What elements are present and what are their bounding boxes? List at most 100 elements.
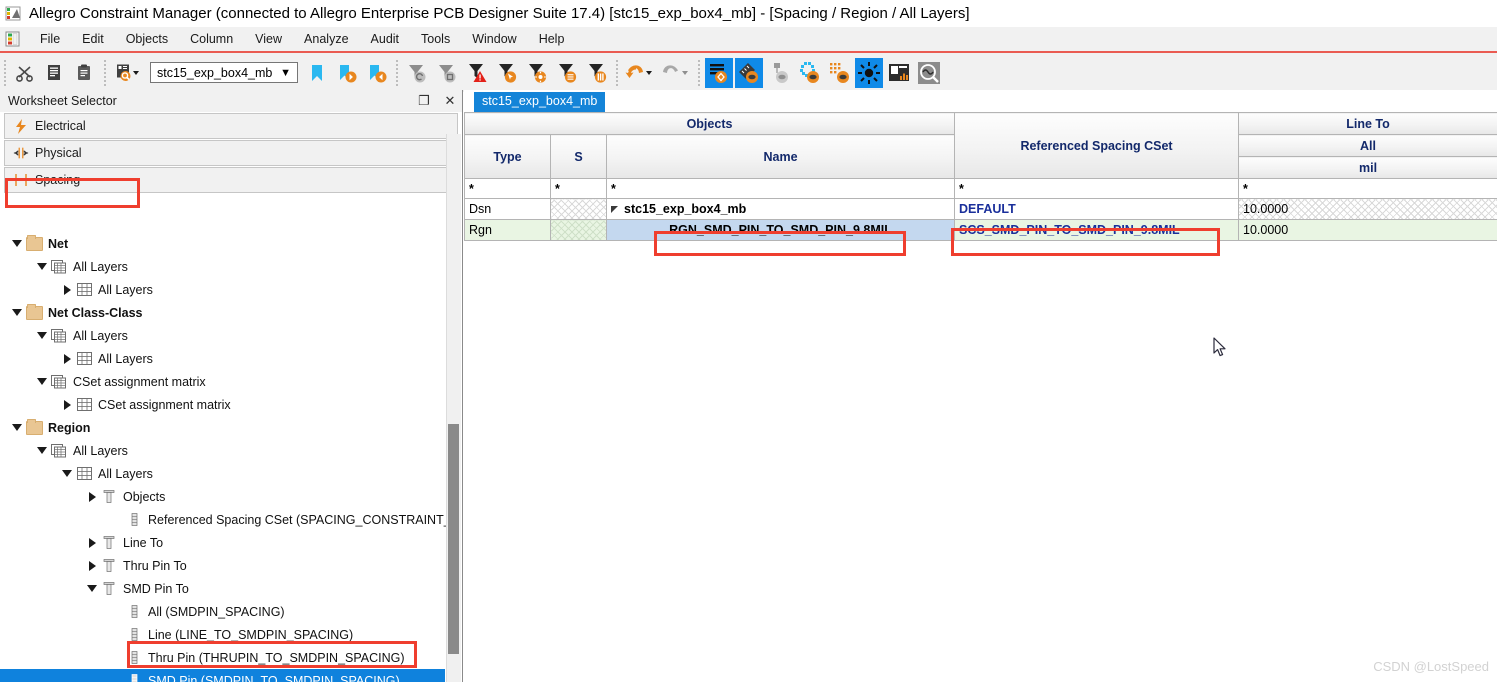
tree-item[interactable]: CSet assignment matrix — [0, 393, 447, 416]
header-type[interactable]: Type — [464, 134, 551, 179]
dehighlight-icon[interactable] — [825, 58, 853, 88]
cell-s-dsn[interactable] — [550, 198, 607, 220]
chevron-right-icon[interactable] — [88, 491, 96, 502]
tree-twisty[interactable] — [35, 332, 49, 339]
tree-twisty[interactable] — [35, 447, 49, 454]
copy-icon[interactable] — [41, 58, 69, 88]
filter-select-icon[interactable] — [493, 58, 521, 88]
cell-cset-rgn[interactable]: SCS_SMD_PIN_TO_SMD_PIN_9.8MIL — [954, 219, 1240, 241]
bookmark-icon[interactable] — [303, 58, 331, 88]
tree-twisty[interactable] — [60, 284, 74, 295]
header-line-to-all[interactable]: All — [1238, 134, 1497, 157]
filter-referenced-spacing-cset[interactable]: * — [954, 178, 1240, 199]
menu-item-tools[interactable]: Tools — [410, 29, 461, 49]
redo-icon[interactable] — [659, 58, 693, 88]
highlight-icon[interactable] — [795, 58, 823, 88]
chevron-right-icon[interactable] — [88, 560, 96, 571]
tree-item[interactable]: SMD Pin To — [0, 577, 447, 600]
tree-item[interactable]: Net — [0, 232, 447, 255]
probe-icon[interactable] — [765, 58, 793, 88]
tree-item[interactable]: All (SMDPIN_SPACING) — [0, 600, 447, 623]
tree-twisty[interactable] — [35, 378, 49, 385]
bookmark-prev-icon[interactable] — [363, 58, 391, 88]
header-name[interactable]: Name — [605, 134, 956, 179]
filter-line-to[interactable]: * — [1238, 178, 1497, 199]
tree-item[interactable]: CSet assignment matrix — [0, 370, 447, 393]
chevron-right-icon[interactable] — [88, 537, 96, 548]
worksheet-tree[interactable]: Net All Layers All Layers Net Class-Class Al… — [0, 232, 447, 682]
chevron-right-icon[interactable] — [63, 284, 71, 295]
cell-type-dsn[interactable]: Dsn — [464, 198, 551, 220]
menu-item-file[interactable]: File — [29, 29, 71, 49]
show-element-icon[interactable] — [705, 57, 733, 88]
category-physical[interactable]: Physical — [4, 140, 458, 166]
brightness-icon[interactable] — [855, 57, 883, 88]
chevron-down-icon[interactable] — [37, 447, 47, 454]
header-s[interactable]: S — [550, 134, 607, 179]
menu-item-column[interactable]: Column — [179, 29, 244, 49]
tree-twisty[interactable] — [60, 470, 74, 477]
filter-list-icon[interactable] — [553, 58, 581, 88]
menu-item-help[interactable]: Help — [528, 29, 576, 49]
menu-item-edit[interactable]: Edit — [71, 29, 115, 49]
cell-lineto-dsn[interactable]: 10.0000 — [1238, 198, 1497, 220]
chevron-down-icon[interactable] — [12, 309, 22, 316]
menu-item-view[interactable]: View — [244, 29, 293, 49]
close-panel-icon[interactable]: ✕ — [442, 93, 458, 109]
menu-item-analyze[interactable]: Analyze — [293, 29, 359, 49]
report-icon[interactable] — [885, 58, 913, 88]
tree-item[interactable]: Referenced Spacing CSet (SPACING_CONSTRA… — [0, 508, 447, 531]
tree-twisty[interactable] — [60, 353, 74, 364]
analyze-icon[interactable] — [915, 58, 943, 88]
tree-twisty[interactable] — [60, 399, 74, 410]
tree-item[interactable]: Thru Pin To — [0, 554, 447, 577]
filter-settings-icon[interactable] — [523, 58, 551, 88]
chevron-right-icon[interactable] — [63, 399, 71, 410]
chevron-down-icon[interactable] — [62, 470, 72, 477]
chevron-down-icon[interactable] — [37, 378, 47, 385]
tree-item[interactable]: Thru Pin (THRUPIN_TO_SMDPIN_SPACING) — [0, 646, 447, 669]
tree-item[interactable]: All Layers — [0, 324, 447, 347]
category-spacing[interactable]: Spacing — [4, 167, 458, 193]
chevron-down-icon[interactable] — [12, 240, 22, 247]
filter-error-icon[interactable] — [463, 58, 491, 88]
tree-twisty[interactable] — [10, 424, 24, 431]
tree-item[interactable]: All Layers — [0, 462, 447, 485]
tree-twisty[interactable] — [85, 585, 99, 592]
tree-item[interactable]: SMD Pin (SMDPIN_TO_SMDPIN_SPACING) — [0, 669, 445, 682]
tree-item[interactable]: All Layers — [0, 347, 447, 370]
filter-s[interactable]: * — [550, 178, 607, 199]
tree-twisty[interactable] — [10, 240, 24, 247]
chevron-down-icon[interactable] — [37, 263, 47, 270]
worksheet-tree-scroll-thumb[interactable] — [448, 424, 459, 654]
cell-s-rgn[interactable] — [550, 219, 607, 241]
cell-name-rgn[interactable]: RGN_SMD_PIN_TO_SMD_PIN_9.8MIL — [605, 219, 956, 241]
header-line-to-unit[interactable]: mil — [1238, 156, 1497, 179]
tree-item[interactable]: All Layers — [0, 255, 447, 278]
undo-icon[interactable] — [623, 58, 657, 88]
tree-item[interactable]: Objects — [0, 485, 447, 508]
menu-item-objects[interactable]: Objects — [115, 29, 179, 49]
tree-item[interactable]: Line To — [0, 531, 447, 554]
header-referenced-spacing-cset[interactable]: Referenced Spacing CSet — [954, 112, 1240, 179]
tree-twisty[interactable] — [85, 491, 99, 502]
chevron-down-icon[interactable] — [12, 424, 22, 431]
chevron-down-icon[interactable] — [37, 332, 47, 339]
find-icon[interactable] — [111, 58, 145, 88]
header-line-to[interactable]: Line To — [1238, 112, 1497, 135]
filter-columns-icon[interactable] — [583, 58, 611, 88]
restore-panel-icon[interactable]: ❐ — [416, 93, 432, 109]
expand-triangle-icon[interactable] — [611, 206, 618, 214]
show-measure-icon[interactable] — [735, 57, 763, 88]
cell-name-dsn[interactable]: stc15_exp_box4_mb — [605, 198, 956, 220]
worksheet-tree-scrollbar[interactable] — [446, 134, 461, 682]
tree-item[interactable]: All Layers — [0, 439, 447, 462]
tree-twisty[interactable] — [10, 309, 24, 316]
cell-type-rgn[interactable]: Rgn — [464, 219, 551, 241]
menu-item-audit[interactable]: Audit — [360, 29, 411, 49]
tree-item[interactable]: Line (LINE_TO_SMDPIN_SPACING) — [0, 623, 447, 646]
category-electrical[interactable]: Electrical — [4, 113, 458, 139]
table-row[interactable]: Rgn RGN_SMD_PIN_TO_SMD_PIN_9.8MIL SCS_SM… — [464, 219, 1497, 241]
tree-item[interactable]: Region — [0, 416, 447, 439]
filter-name[interactable]: * — [605, 178, 956, 199]
